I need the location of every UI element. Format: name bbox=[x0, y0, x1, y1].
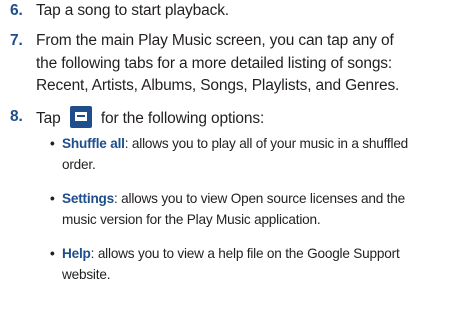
menu-icon bbox=[69, 106, 92, 128]
step-number: 7. bbox=[10, 32, 23, 49]
step-6: 6. Tap a song to start playback. bbox=[0, 0, 466, 23]
option-settings: • Settings: allows you to view Open sour… bbox=[0, 188, 466, 230]
option-line-2: music version for the Play Music applica… bbox=[62, 212, 321, 227]
instructions-page: 6. Tap a song to start playback. 7. From… bbox=[0, 0, 466, 327]
option-line-2: order. bbox=[62, 157, 96, 172]
step-text-after-icon: for the following options: bbox=[96, 110, 265, 127]
bullet-dot: • bbox=[50, 191, 55, 206]
option-description: : allows you to play all of your music i… bbox=[124, 136, 409, 151]
bullet-dot: • bbox=[50, 136, 55, 151]
option-line-1: Settings: allows you to view Open source… bbox=[0, 188, 466, 209]
option-term: Shuffle all bbox=[62, 136, 125, 151]
step-8: 8. Tap for the following options: bbox=[0, 106, 466, 131]
step-text: Tap a song to start playback. bbox=[36, 2, 229, 19]
step-text-line-1: From the main Play Music screen, you can… bbox=[36, 32, 394, 49]
step-7: 7. From the main Play Music screen, you … bbox=[0, 30, 466, 98]
option-help: • Help: allows you to view a help file o… bbox=[0, 243, 466, 285]
step-text-line-2: the following tabs for a more detailed l… bbox=[36, 54, 393, 72]
step-text: Tap for the following options: bbox=[0, 106, 466, 131]
option-line-2: website. bbox=[62, 267, 111, 282]
bullet-dot: • bbox=[50, 246, 55, 261]
step-text-before-icon: Tap bbox=[36, 110, 65, 127]
option-shuffle-all: • Shuffle all: allows you to play all of… bbox=[0, 133, 466, 175]
option-term: Help bbox=[62, 246, 91, 261]
step-number: 6. bbox=[10, 2, 23, 19]
option-term: Settings bbox=[62, 191, 115, 206]
option-line-1: Help: allows you to view a help file on … bbox=[0, 243, 466, 264]
option-line-1: Shuffle all: allows you to play all of y… bbox=[0, 133, 466, 154]
step-text-line-3: Recent, Artists, Albums, Songs, Playlist… bbox=[36, 77, 400, 94]
option-description: : allows you to view Open source license… bbox=[114, 191, 405, 206]
option-description: : allows you to view a help file on the … bbox=[90, 246, 400, 261]
step-number: 8. bbox=[10, 108, 23, 125]
